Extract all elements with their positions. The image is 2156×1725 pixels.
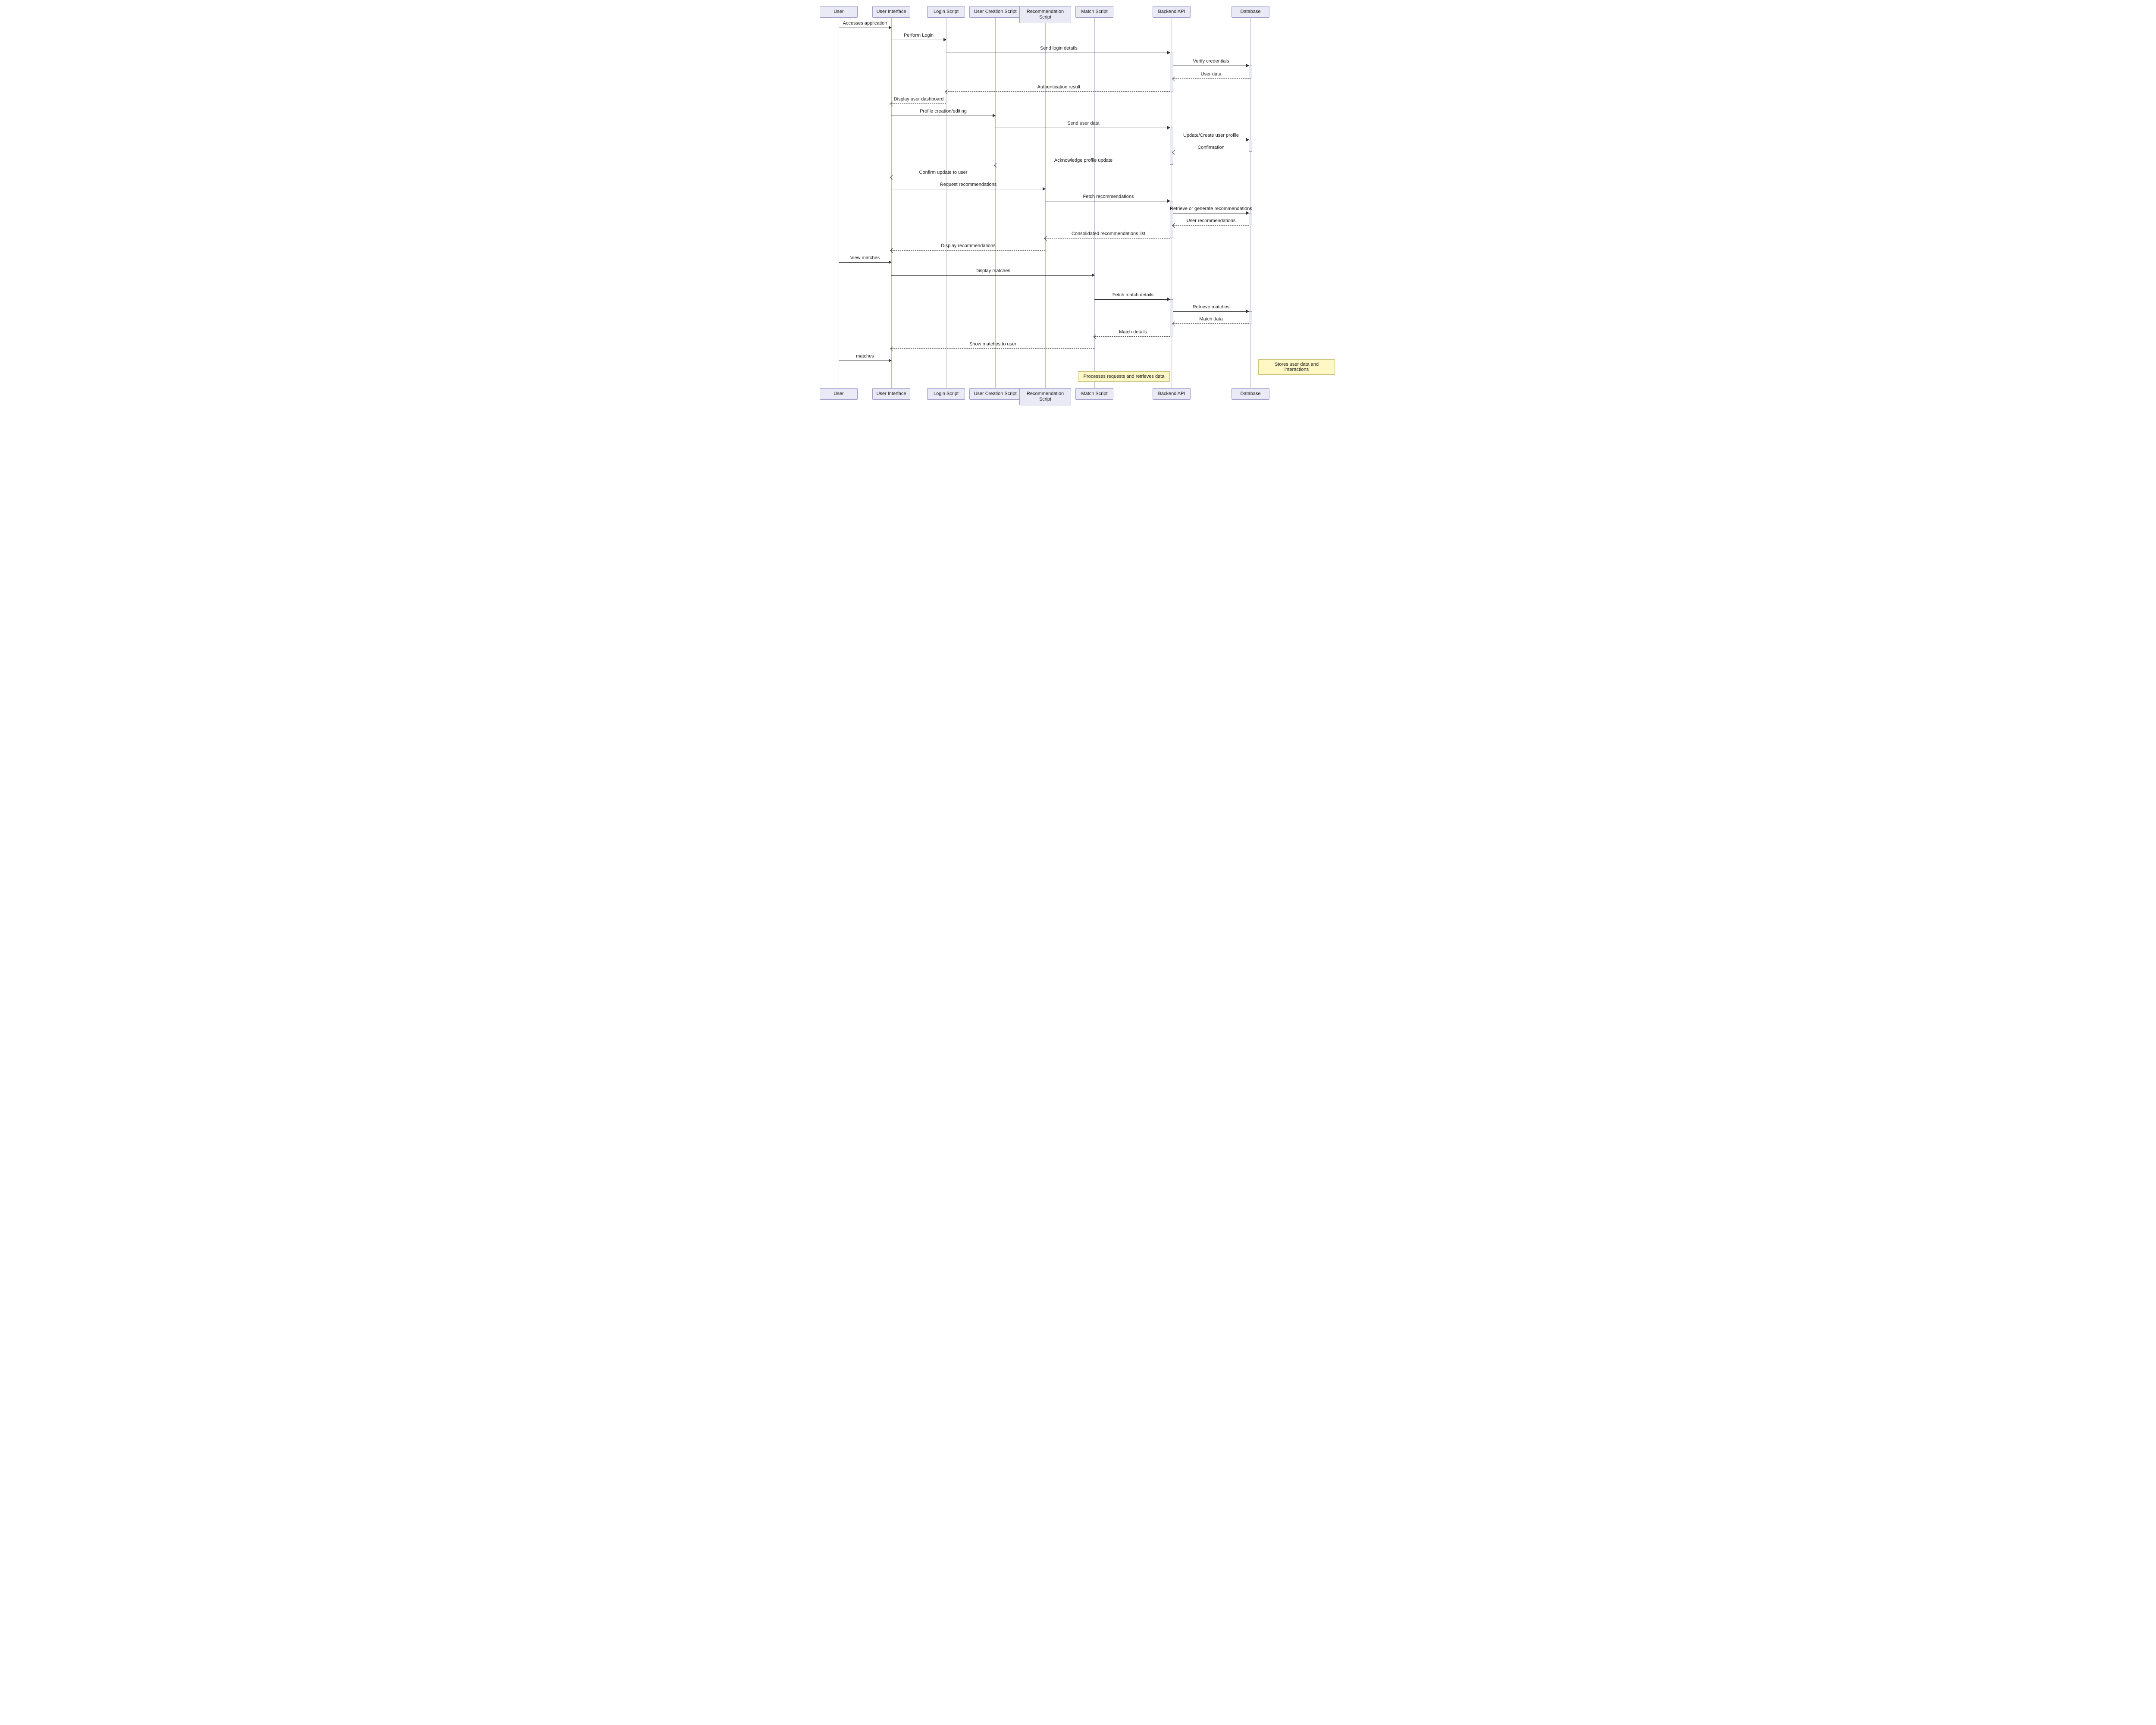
message-label: Match data xyxy=(1199,317,1222,322)
message-label: Display recommendations xyxy=(941,243,996,248)
message-arrow xyxy=(1094,299,1170,300)
participant-reco: Recommendation Script xyxy=(1019,6,1071,23)
participant-db: Database xyxy=(1232,388,1269,400)
activation-db xyxy=(1249,311,1252,323)
activation-api xyxy=(1170,128,1173,165)
message-label: Send user data xyxy=(1067,121,1100,126)
activation-db xyxy=(1249,140,1252,152)
lifeline-ui xyxy=(891,18,892,396)
arrowhead-icon xyxy=(1167,51,1170,54)
message-label: Fetch match details xyxy=(1112,292,1153,298)
participant-ui: User Interface xyxy=(872,388,910,400)
message-label: Retrieve matches xyxy=(1193,304,1230,310)
arrowhead-icon xyxy=(1246,138,1249,141)
message-label: Perform Login xyxy=(904,33,934,38)
message-arrow xyxy=(891,275,1094,276)
message-arrow xyxy=(891,348,1094,349)
message-label: matches xyxy=(856,354,874,359)
message-label: Confirmation xyxy=(1197,145,1224,150)
participant-ui: User Interface xyxy=(872,6,910,18)
message-label: Verify credentials xyxy=(1193,59,1229,64)
participant-login: Login Script xyxy=(927,388,965,400)
arrowhead-icon xyxy=(889,26,892,29)
lifeline-reco xyxy=(1045,18,1046,396)
arrowhead-icon xyxy=(1246,211,1249,215)
message-label: Request recommendations xyxy=(940,182,997,187)
arrowhead-icon xyxy=(1167,126,1170,129)
activation-db xyxy=(1249,213,1252,225)
activation-db xyxy=(1249,66,1252,78)
participant-user: User xyxy=(820,388,858,400)
message-arrow xyxy=(1173,78,1249,79)
message-label: Show matches to user xyxy=(969,342,1016,347)
participant-match: Match Script xyxy=(1075,6,1113,18)
arrowhead-icon xyxy=(1043,187,1046,191)
participant-reco: Recommendation Script xyxy=(1019,388,1071,405)
message-arrow xyxy=(1173,323,1249,324)
participant-db: Database xyxy=(1232,6,1269,18)
arrowhead-icon xyxy=(889,260,892,264)
message-label: Profile creation/editing xyxy=(920,109,967,114)
message-label: User data xyxy=(1201,72,1222,77)
participant-api: Backend API xyxy=(1153,6,1191,18)
note: Stores user data and interactions xyxy=(1258,359,1335,375)
arrowhead-icon xyxy=(943,38,946,41)
arrowhead-icon xyxy=(1246,64,1249,67)
arrowhead-icon xyxy=(1246,310,1249,313)
message-label: Authentication result xyxy=(1037,85,1081,90)
arrowhead-icon xyxy=(1167,298,1170,301)
message-arrow xyxy=(1173,311,1249,312)
message-arrow xyxy=(1173,225,1249,226)
lifeline-creation xyxy=(995,18,996,396)
message-label: Display user dashboard xyxy=(894,97,944,102)
message-arrow xyxy=(1094,336,1170,337)
message-arrow xyxy=(839,262,891,263)
message-label: Confirm update to user xyxy=(919,170,968,175)
message-label: Display matches xyxy=(975,268,1010,273)
message-label: Update/Create user profile xyxy=(1183,133,1239,138)
message-label: Consolidated recommendations list xyxy=(1072,231,1145,236)
message-arrow xyxy=(946,91,1170,92)
message-label: Match details xyxy=(1119,329,1147,335)
note: Processes requests and retrieves data xyxy=(1078,371,1170,382)
sequence-diagram: User User Interface Login Script User Creat… xyxy=(785,0,1371,414)
message-label: Acknowledge profile update xyxy=(1054,158,1112,163)
participant-creation: User Creation Script xyxy=(969,388,1021,400)
arrowhead-icon xyxy=(993,114,996,117)
participant-api: Backend API xyxy=(1153,388,1191,400)
participant-user: User xyxy=(820,6,858,18)
activation-api xyxy=(1170,53,1173,91)
participant-match: Match Script xyxy=(1075,388,1113,400)
message-label: View matches xyxy=(850,255,880,260)
activation-api xyxy=(1170,299,1173,336)
arrowhead-icon xyxy=(889,359,892,362)
message-label: Fetch recommendations xyxy=(1083,194,1134,199)
message-label: Send login details xyxy=(1040,46,1078,51)
arrowhead-icon xyxy=(1092,273,1095,277)
participant-creation: User Creation Script xyxy=(969,6,1021,18)
arrowhead-icon xyxy=(1167,199,1170,203)
message-label: User recommendations xyxy=(1187,218,1236,223)
message-label: Retrieve or generate recommendations xyxy=(1170,206,1252,211)
message-arrow xyxy=(891,250,1045,251)
participant-login: Login Script xyxy=(927,6,965,18)
lifeline-match xyxy=(1094,18,1095,396)
message-label: Accesses application xyxy=(843,21,887,26)
